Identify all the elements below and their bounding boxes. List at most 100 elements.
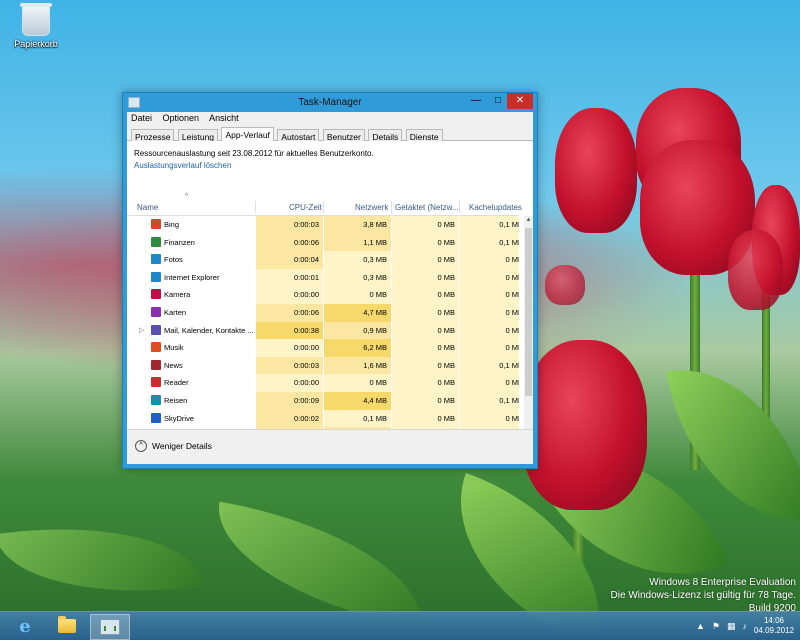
skydrive-icon [151, 412, 161, 423]
cpu-time-cell: 0:00:06 [256, 303, 323, 322]
network-cell: 0,3 MB [324, 268, 391, 287]
app-name: News [164, 360, 183, 370]
table-row[interactable]: News 0:00:031,6 MB0 MB0,1 MB [127, 356, 519, 375]
metered-cell: 0 MB [392, 409, 459, 428]
tile-updates-cell: 0 MB [460, 321, 519, 340]
table-row[interactable]: Karten0:00:064,7 MB0 MB0 MB [127, 303, 519, 322]
tile-updates-cell: 0 MB [460, 374, 519, 392]
clock[interactable]: 14:06 04.09.2012 [754, 616, 794, 636]
menu-bar: Datei Optionen Ansicht [127, 112, 533, 125]
tile-updates-cell: 0 MB [460, 251, 519, 269]
tile-updates-cell: 0 MB [460, 268, 519, 287]
metered-cell: 0 MB [392, 391, 459, 410]
music-icon [151, 342, 161, 353]
cpu-time-cell: 0:00:00 [256, 286, 323, 304]
scroll-up-icon[interactable]: ▲ [524, 217, 533, 223]
scrollbar-thumb[interactable] [525, 228, 532, 396]
chevron-up-icon: ^ [135, 440, 147, 452]
cpu-time-cell: 0:00:04 [256, 251, 323, 269]
file-explorer-icon [58, 616, 76, 633]
network-cell: 1,1 MB [324, 233, 391, 252]
table-row[interactable]: Finanzen 0:00:061,1 MB0 MB0,1 MB [127, 233, 519, 252]
menu-datei[interactable]: Datei [131, 113, 152, 123]
tile-updates-cell: 0,1 MB [460, 356, 519, 375]
column-network[interactable]: Netzwerk [355, 203, 388, 212]
metered-cell: 0 MB [392, 374, 459, 392]
desktop-icon-recycle-bin[interactable]: Papierkorb [12, 3, 60, 49]
taskbar-internet-explorer[interactable]: e [6, 614, 44, 638]
tile-updates-cell: 0,1 MB [460, 391, 519, 410]
vertical-scrollbar[interactable]: ▲ ▼ [524, 216, 533, 452]
internet-explorer-icon: e [19, 615, 31, 637]
network-cell: 0,3 MB [324, 251, 391, 269]
system-tray: ▲ ⚑ ▦ ♪ 14:06 04.09.2012 [696, 615, 794, 637]
desktop-icon-label: Papierkorb [14, 39, 58, 49]
task-manager-window[interactable]: Task-Manager — □ ✕ Datei Optionen Ansich… [122, 92, 538, 469]
column-cpu-time[interactable]: CPU-Zeit [289, 203, 322, 212]
cpu-time-cell: 0:00:03 [256, 216, 323, 234]
watermark-license: Die Windows-Lizenz ist gültig für 78 Tag… [610, 590, 796, 601]
maps-icon [151, 306, 161, 317]
watermark-edition: Windows 8 Enterprise Evaluation [649, 577, 796, 588]
close-button[interactable]: ✕ [507, 93, 533, 109]
column-name[interactable]: Name [137, 203, 158, 212]
tab-strip: Prozesse Leistung App-Verlauf Autostart … [127, 125, 533, 144]
metered-cell: 0 MB [392, 356, 459, 375]
table-row[interactable]: ▷ Mail, Kalender, Kontakte ... 0:00:38 0,9 … [127, 321, 519, 340]
cpu-time-cell: 0:00:38 [256, 321, 323, 340]
volume-icon[interactable]: ♪ [742, 621, 747, 631]
app-name: Reisen [164, 395, 188, 405]
reader-icon [151, 377, 161, 388]
table-row[interactable]: Reader0:00:000 MB0 MB0 MB [127, 374, 519, 392]
app-name: Mail, Kalender, Kontakte ... [164, 325, 254, 335]
show-hidden-icons-icon[interactable]: ▲ [696, 621, 705, 631]
usage-info-text: Ressourcenauslastung seit 23.08.2012 für… [134, 149, 374, 158]
news-icon [151, 359, 161, 370]
table-row[interactable]: Fotos0:00:040,3 MB0 MB0 MB [127, 251, 519, 269]
menu-optionen[interactable]: Optionen [163, 113, 200, 123]
footer-bar: ^ Weniger Details [127, 429, 533, 464]
clear-history-link[interactable]: Auslastungsverlauf löschen [134, 161, 374, 170]
expand-arrow-icon[interactable]: ▷ [139, 326, 144, 334]
metered-cell: 0 MB [392, 268, 459, 287]
sort-arrow-icon: ^ [185, 193, 189, 200]
fewer-details-button[interactable]: ^ Weniger Details [135, 440, 212, 452]
app-name: Karten [164, 307, 187, 317]
network-cell: 4,7 MB [324, 303, 391, 322]
cpu-time-cell: 0:00:01 [256, 268, 323, 287]
cpu-time-cell: 0:00:06 [256, 233, 323, 252]
finance-icon [151, 236, 161, 247]
window-client: Datei Optionen Ansicht Prozesse Leistung… [127, 112, 533, 464]
travel-icon [151, 394, 161, 405]
metered-cell: 0 MB [392, 216, 459, 234]
recycle-bin-icon [20, 3, 52, 36]
table-row[interactable]: Musik0:00:006,2 MB0 MB0 MB [127, 339, 519, 357]
table-row[interactable]: Kamera0:00:000 MB0 MB0 MB [127, 286, 519, 304]
app-history-panel: Ressourcenauslastung seit 23.08.2012 für… [127, 141, 533, 464]
camera-icon [151, 289, 161, 300]
taskbar-task-manager[interactable] [90, 614, 130, 640]
cpu-time-cell: 0:00:00 [256, 374, 323, 392]
metered-cell: 0 MB [392, 339, 459, 357]
cpu-time-cell: 0:00:03 [256, 356, 323, 375]
title-bar[interactable]: Task-Manager — □ ✕ [123, 93, 537, 112]
table-row[interactable]: Bing 0:00:033,8 MB0 MB0,1 MB [127, 216, 519, 234]
app-name: Internet Explorer [164, 272, 220, 282]
column-metered[interactable]: Getaktet (Netzw... [395, 203, 459, 212]
table-row[interactable]: Internet Explorer0:00:010,3 MB0 MB0 MB [127, 268, 519, 287]
taskbar-file-explorer[interactable] [48, 614, 86, 638]
table-row[interactable]: SkyDrive0:00:020,1 MB0 MB0 MB [127, 409, 519, 428]
column-tile-updates[interactable]: Kachelupdates [469, 203, 522, 212]
app-name: Fotos [164, 255, 183, 265]
network-icon[interactable]: ▦ [727, 621, 736, 632]
metered-cell: 0 MB [392, 286, 459, 304]
app-name: SkyDrive [164, 413, 195, 423]
minimize-button[interactable]: — [464, 93, 488, 109]
cpu-time-cell: 0:00:00 [256, 339, 323, 357]
network-cell: 6,2 MB [324, 339, 391, 357]
menu-ansicht[interactable]: Ansicht [209, 113, 239, 123]
table-body: Bing0:00:033,8 MB0 MB0,1 MBFinanzen0:00:… [127, 216, 519, 452]
table-row[interactable]: Reisen 0:00:094,4 MB0 MB0,1 MB [127, 391, 519, 410]
cpu-time-cell: 0:00:02 [256, 409, 323, 428]
flag-icon[interactable]: ⚑ [712, 621, 720, 632]
